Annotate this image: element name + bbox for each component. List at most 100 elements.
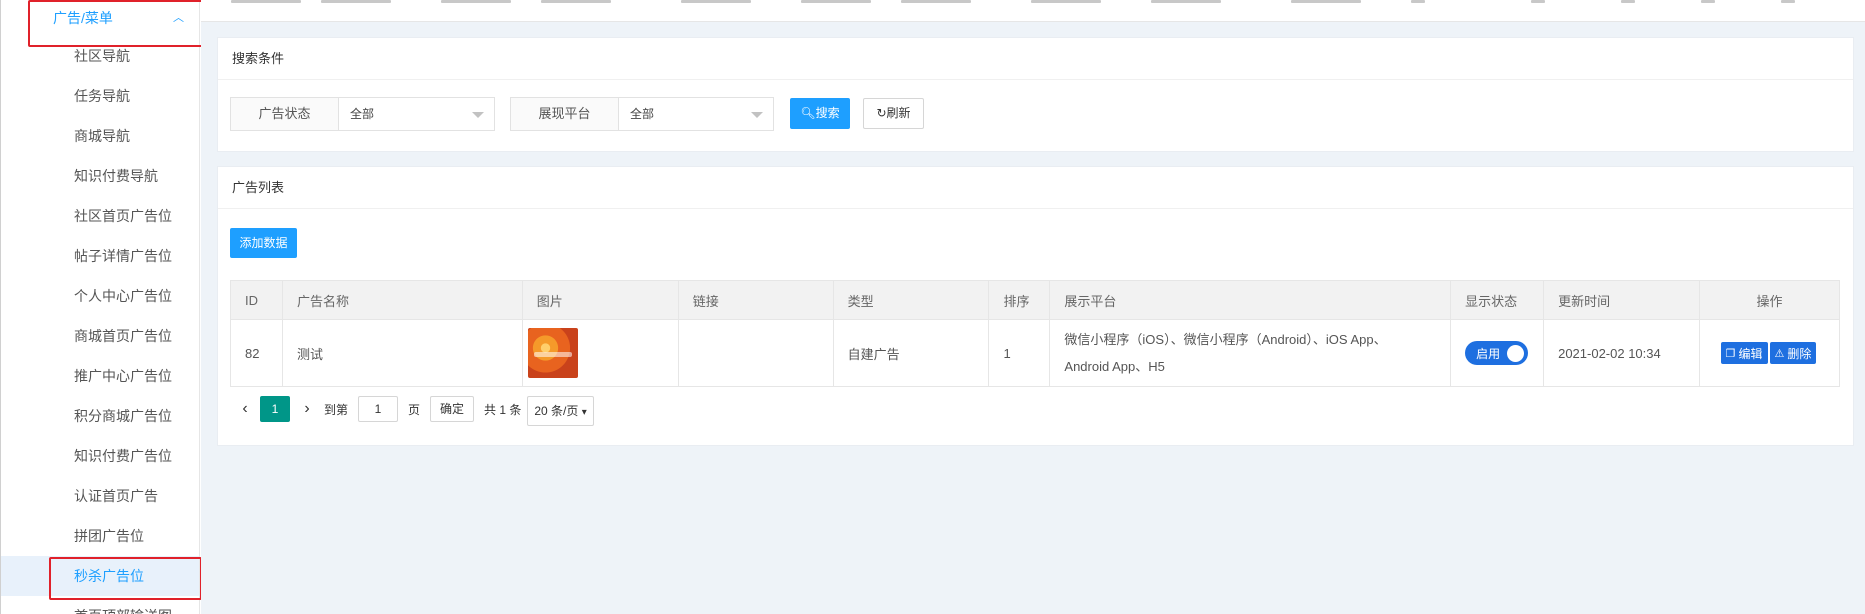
toggle-knob [1507,344,1525,362]
search-button[interactable]: 🔍︎搜索 [790,98,850,129]
add-data-button[interactable]: 添加数据 [230,228,297,258]
sidebar-item-1[interactable]: 任务导航 [1,76,199,116]
sidebar-parent-ads-menu[interactable]: 广告/菜单 ︿ [1,0,199,36]
goto-confirm-button[interactable]: 确定 [430,396,475,422]
top-tab-fragment [1531,0,1545,3]
platform-select[interactable]: 全部 [619,98,773,130]
per-page-value: 20 条/页 [534,404,579,418]
top-tab-strip [201,0,1865,22]
sidebar-item-8[interactable]: 推广中心广告位 [1,356,199,396]
filter-ad-status[interactable]: 广告状态 全部 [230,97,495,131]
sidebar-item-13[interactable]: 秒杀广告位 [1,556,199,596]
goto-label: 到第 [324,402,349,417]
col-platform: 展示平台 [1049,280,1452,320]
sidebar-item-6[interactable]: 个人中心广告位 [1,276,199,316]
platform-line-2: Android App、H5 [1064,359,1165,374]
col-sort: 排序 [988,280,1051,320]
cell-id: 82 [230,319,283,387]
status-toggle-label: 启用 [1476,346,1501,361]
top-tab-fragment [901,0,971,3]
sidebar-item-label: 知识付费导航 [74,168,158,184]
refresh-button[interactable]: ↻刷新 [863,98,924,129]
sidebar-item-label: 秒杀广告位 [74,568,144,584]
top-tab-fragment [321,0,391,3]
col-actions: 操作 [1699,280,1840,320]
chevron-up-icon: ︿ [173,12,184,24]
sidebar-item-12[interactable]: 拼团广告位 [1,516,199,556]
sidebar-item-10[interactable]: 知识付费广告位 [1,436,199,476]
refresh-icon: ↻ [876,106,887,120]
edit-button[interactable]: ❐ 编辑 [1720,342,1768,364]
ad-status-select[interactable]: 全部 [339,98,494,130]
next-page-icon[interactable]: › [290,400,324,418]
cell-link [677,319,834,387]
top-tab-fragment [1781,0,1795,3]
status-toggle[interactable]: 启用 [1465,341,1529,365]
list-card-title: 广告列表 [218,167,1853,209]
sidebar-item-14[interactable]: 首页顶部输送图 [1,596,199,614]
copy-icon: ❐ [1725,347,1736,360]
sidebar-item-label: 推广中心广告位 [74,368,172,384]
delete-button[interactable]: ⚠ 删除 [1769,342,1817,364]
cell-type: 自建广告 [832,319,990,387]
sidebar-parent-label: 广告/菜单 [53,10,113,26]
ad-thumbnail-image[interactable] [527,328,578,378]
table-row: 82 测试 自建广告 1 微信小程序（iOS）、微信小程序（Android）、i… [230,319,1840,387]
col-updated: 更新时间 [1543,280,1700,320]
top-tab-fragment [231,0,301,3]
sidebar-item-label: 商城首页广告位 [74,328,172,344]
thumbnail-banner [533,352,572,357]
cell-name: 测试 [281,319,523,387]
top-tab-fragment [1701,0,1715,3]
refresh-button-label: 刷新 [886,106,911,120]
per-page-select[interactable]: 20 条/页 ▾ [527,396,594,426]
sidebar-item-3[interactable]: 知识付费导航 [1,156,199,196]
col-name: 广告名称 [281,280,523,320]
sidebar-item-9[interactable]: 积分商城广告位 [1,396,199,436]
filter-platform[interactable]: 展现平台 全部 [510,97,774,131]
search-icon: 🔍︎ [800,106,816,120]
platform-value: 全部 [630,107,655,121]
cell-platform: 微信小程序（iOS）、微信小程序（Android）、iOS App、 Andro… [1049,319,1452,387]
col-type: 类型 [832,280,990,320]
sidebar-item-label: 社区导航 [74,48,130,64]
page-1-button[interactable]: 1 [260,396,290,422]
sidebar-item-11[interactable]: 认证首页广告 [1,476,199,516]
sidebar-item-2[interactable]: 商城导航 [1,116,199,156]
warning-icon: ⚠ [1774,347,1785,360]
top-tab-fragment [1291,0,1361,3]
cell-updated: 2021-02-02 10:34 [1543,319,1700,387]
filter-ad-status-label: 广告状态 [231,98,339,130]
sidebar-item-label: 个人中心广告位 [74,288,172,304]
top-tab-fragment [1151,0,1221,3]
ad-status-value: 全部 [350,107,375,121]
sidebar-item-7[interactable]: 商城首页广告位 [1,316,199,356]
top-tab-fragment [801,0,871,3]
cell-sort: 1 [988,319,1051,387]
list-card: 广告列表 添加数据 ID 广告名称 图片 链接 类型 排序 展示平台 显示状态 … [217,166,1854,446]
sidebar-item-label: 知识付费广告位 [74,448,172,464]
edit-button-label: 编辑 [1738,346,1763,361]
delete-button-label: 删除 [1787,346,1812,361]
col-status: 显示状态 [1450,280,1545,320]
prev-page-icon[interactable]: ‹ [230,400,260,418]
filter-platform-label: 展现平台 [511,98,619,130]
ad-table: ID 广告名称 图片 链接 类型 排序 展示平台 显示状态 更新时间 操作 82… [230,280,1840,387]
sidebar-item-label: 商城导航 [74,128,130,144]
sidebar-item-5[interactable]: 帖子详情广告位 [1,236,199,276]
main-content: 搜索条件 广告状态 全部 展现平台 全部 🔍︎搜索 ↻刷新 广告列表 添加数据 [201,0,1865,614]
sidebar-item-label: 首页顶部输送图 [74,608,172,614]
sidebar-item-label: 任务导航 [74,88,130,104]
chevron-down-icon: ▾ [581,407,587,418]
sidebar-item-0[interactable]: 社区导航 [1,36,199,76]
top-tab-fragment [1621,0,1635,3]
sidebar-item-label: 帖子详情广告位 [74,248,172,264]
top-tab-fragment [681,0,751,3]
goto-page-input[interactable]: 1 [358,396,399,422]
sidebar-item-4[interactable]: 社区首页广告位 [1,196,199,236]
top-tab-fragment [441,0,511,3]
sidebar-item-label: 社区首页广告位 [74,208,172,224]
sidebar-item-label: 认证首页广告 [74,488,158,504]
top-tab-fragment [1031,0,1101,3]
total-count: 共 1 条 [484,402,522,417]
